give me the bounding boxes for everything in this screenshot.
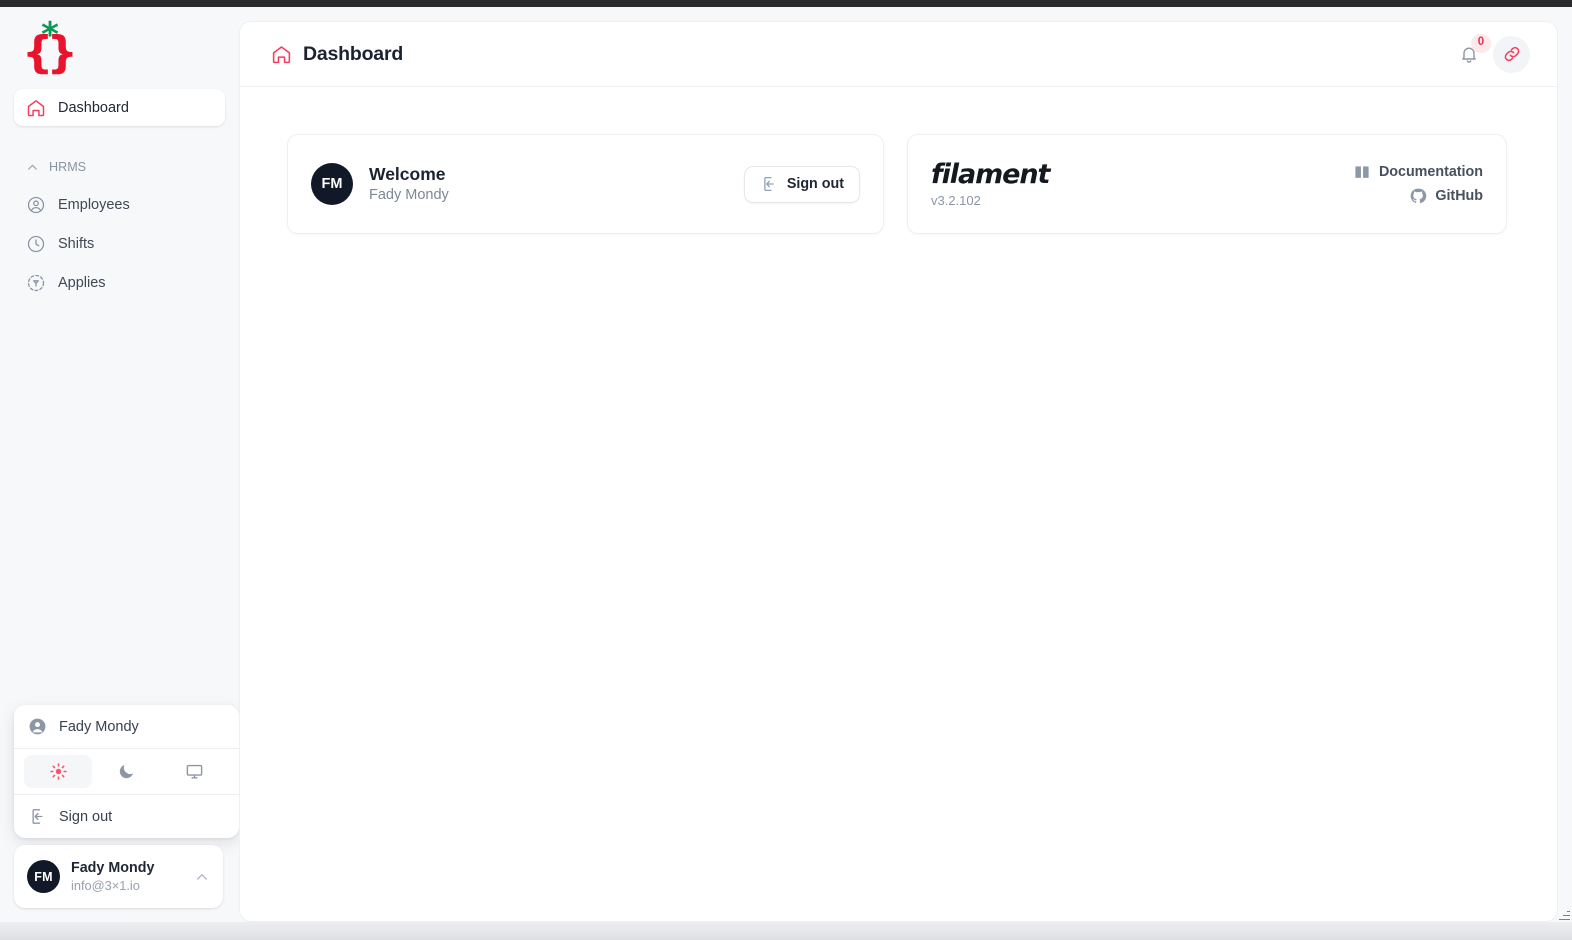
welcome-card: FM Welcome Fady Mondy Sign out [287, 134, 884, 234]
sign-out-icon [28, 807, 47, 826]
brand-logo[interactable]: { * } [0, 7, 239, 83]
filament-info-card: filament v3.2.102 Documentation GitHub [907, 134, 1507, 234]
moon-icon [117, 762, 136, 781]
page-title: Dashboard [303, 42, 404, 65]
sidebar-nav: Dashboard HRMS Employees Shifts Applies [0, 83, 239, 301]
logo-right-brace: } [46, 27, 78, 78]
filament-brand: filament v3.2.102 [931, 158, 1050, 209]
theme-switcher [14, 749, 239, 794]
sign-out-icon [760, 175, 778, 193]
sidebar-item-applies[interactable]: Applies [14, 264, 225, 301]
topbar-actions: 0 [1450, 33, 1530, 73]
sidebar-item-employees[interactable]: Employees [14, 186, 225, 223]
sidebar-item-label: Dashboard [58, 99, 129, 116]
user-menu-popup: Fady Mondy Sign out [14, 705, 239, 838]
user-menu-name-row[interactable]: Fady Mondy [14, 705, 239, 748]
documentation-link[interactable]: Documentation [1353, 163, 1483, 181]
user-circle-icon [28, 717, 47, 736]
browser-top-edge [0, 0, 1572, 7]
browser-bottom-edge [0, 922, 1572, 940]
sign-out-label: Sign out [786, 176, 844, 192]
user-menu-sign-out-label: Sign out [59, 808, 113, 825]
user-menu-name: Fady Mondy [59, 718, 139, 735]
sidebar-profile-button[interactable]: FM Fady Mondy info@3×1.io [14, 845, 223, 908]
notifications-badge: 0 [1471, 33, 1491, 53]
user-circle-icon [26, 195, 46, 215]
sidebar-item-label: Shifts [58, 235, 95, 252]
sidebar-item-label: Employees [58, 196, 130, 213]
sidebar-group-label: HRMS [49, 160, 87, 174]
notifications-button[interactable]: 0 [1450, 33, 1491, 73]
welcome-username: Fady Mondy [369, 187, 449, 203]
filament-version: v3.2.102 [931, 192, 981, 208]
sidebar-item-shifts[interactable]: Shifts [14, 225, 225, 262]
filament-links: Documentation GitHub [1353, 163, 1483, 205]
clock-icon [26, 234, 46, 254]
theme-light-button[interactable] [24, 755, 93, 788]
profile-name: Fady Mondy [71, 860, 155, 876]
filament-wordmark: filament [931, 158, 1050, 190]
monitor-icon [185, 762, 204, 781]
main-panel: Dashboard 0 FM Welcome Fady Mondy Sign o… [239, 21, 1558, 922]
widget-row: FM Welcome Fady Mondy Sign out filament … [287, 134, 1510, 234]
chevron-up-icon [26, 161, 39, 174]
breadcrumb: Dashboard [271, 43, 1450, 66]
chevron-up-icon [194, 869, 210, 885]
target-icon [26, 273, 46, 293]
welcome-identity: FM Welcome Fady Mondy [311, 163, 744, 205]
theme-system-button[interactable] [161, 755, 229, 788]
sidebar-group-items: Employees Shifts Applies [14, 186, 225, 301]
profile-email: info@3×1.io [71, 878, 140, 893]
sidebar-item-label: Applies [58, 274, 106, 291]
github-icon [1409, 187, 1427, 205]
avatar: FM [27, 860, 60, 893]
welcome-text: Welcome Fady Mondy [369, 163, 449, 205]
sign-out-button[interactable]: Sign out [743, 165, 860, 203]
welcome-title: Welcome [369, 164, 446, 184]
app-shell: { * } Dashboard HRMS Employees Shifts Ap… [0, 7, 1572, 922]
logo-mark: { * } [22, 18, 78, 75]
window-resize-grip[interactable] [1558, 908, 1570, 920]
sidebar: { * } Dashboard HRMS Employees Shifts Ap… [0, 7, 239, 922]
github-link[interactable]: GitHub [1409, 187, 1483, 205]
topbar: Dashboard 0 [240, 22, 1557, 87]
dashboard-content: FM Welcome Fady Mondy Sign out filament … [240, 87, 1557, 234]
sun-icon [49, 762, 68, 781]
home-icon [26, 98, 46, 118]
sidebar-item-dashboard[interactable]: Dashboard [14, 89, 225, 126]
book-open-icon [1353, 163, 1371, 181]
theme-dark-button[interactable] [92, 755, 160, 788]
user-menu-sign-out[interactable]: Sign out [14, 795, 239, 838]
avatar: FM [311, 163, 353, 205]
home-icon [271, 44, 292, 65]
profile-text: Fady Mondy info@3×1.io [71, 859, 183, 894]
sidebar-group-hrms[interactable]: HRMS [14, 152, 225, 182]
documentation-label: Documentation [1378, 164, 1483, 180]
link-icon [1502, 44, 1522, 64]
github-label: GitHub [1435, 188, 1483, 204]
link-action-button[interactable] [1493, 35, 1530, 73]
